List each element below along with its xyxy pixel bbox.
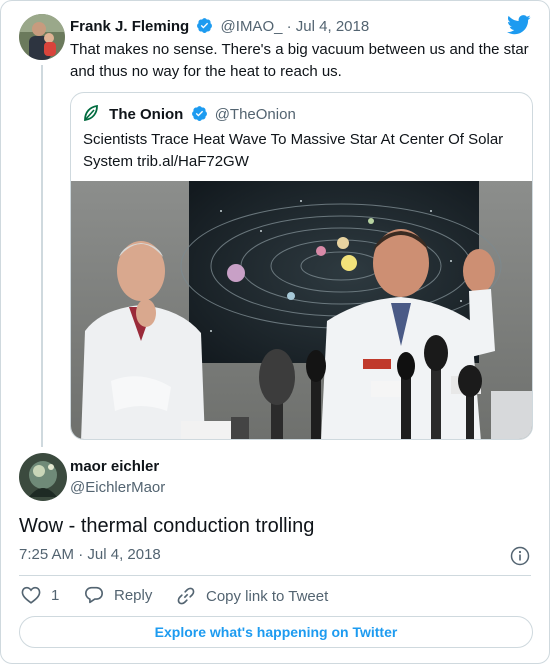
quoted-handle: @TheOnion bbox=[214, 106, 296, 123]
link-icon bbox=[177, 587, 195, 605]
quoted-author-name: The Onion bbox=[109, 106, 184, 123]
tweet-embed-card: Frank J. Fleming @IMAO_ · Jul 4, 2018 Th… bbox=[0, 0, 550, 664]
reply-icon bbox=[85, 586, 103, 604]
quoted-verified-badge-icon bbox=[191, 105, 208, 128]
parent-author-name[interactable]: Frank J. Fleming bbox=[70, 18, 189, 35]
parent-handle[interactable]: @IMAO_ bbox=[221, 18, 283, 35]
reply-handle[interactable]: @EichlerMaor bbox=[70, 479, 165, 496]
reply-label: Reply bbox=[114, 586, 153, 604]
reply-author-name[interactable]: maor eichler bbox=[70, 458, 159, 475]
onion-leaf-icon bbox=[83, 104, 99, 128]
info-icon[interactable] bbox=[510, 546, 530, 571]
parent-avatar[interactable] bbox=[19, 14, 65, 60]
timestamp-separator: · bbox=[78, 546, 84, 563]
reply-timestamp[interactable]: 7:25 AM · Jul 4, 2018 bbox=[19, 546, 161, 563]
heart-icon bbox=[21, 586, 41, 604]
action-divider bbox=[19, 575, 531, 576]
quoted-tweet-text: Scientists Trace Heat Wave To Massive St… bbox=[83, 131, 504, 170]
copy-link-button[interactable]: Copy link to Tweet bbox=[176, 586, 328, 606]
verified-badge-icon bbox=[196, 17, 213, 40]
separator-dot: · bbox=[286, 18, 292, 35]
copy-link-label: Copy link to Tweet bbox=[206, 587, 329, 605]
parent-tweet-text: That makes no sense. There's a big vacuu… bbox=[70, 41, 529, 80]
parent-date[interactable]: Jul 4, 2018 bbox=[296, 18, 369, 35]
reply-date: Jul 4, 2018 bbox=[87, 546, 161, 563]
explore-twitter-button[interactable]: Explore what's happening on Twitter bbox=[19, 616, 533, 648]
parent-tweet-header: Frank J. Fleming @IMAO_ · Jul 4, 2018 bbox=[70, 17, 369, 40]
reply-button[interactable]: Reply bbox=[84, 586, 152, 604]
reply-avatar[interactable] bbox=[19, 453, 67, 501]
reply-tweet-text: Wow - thermal conduction trolling bbox=[19, 515, 315, 537]
twitter-bird-icon[interactable] bbox=[507, 15, 531, 40]
quoted-tweet-header: The Onion @TheOnion bbox=[83, 104, 296, 128]
quoted-tweet-photo[interactable] bbox=[71, 181, 532, 439]
thread-connector-line bbox=[41, 65, 43, 447]
like-count: 1 bbox=[51, 586, 60, 604]
reply-time: 7:25 AM bbox=[19, 546, 75, 563]
quoted-tweet[interactable]: The Onion @TheOnion Scientists Trace Hea… bbox=[70, 92, 533, 440]
like-button[interactable]: 1 bbox=[21, 586, 59, 604]
